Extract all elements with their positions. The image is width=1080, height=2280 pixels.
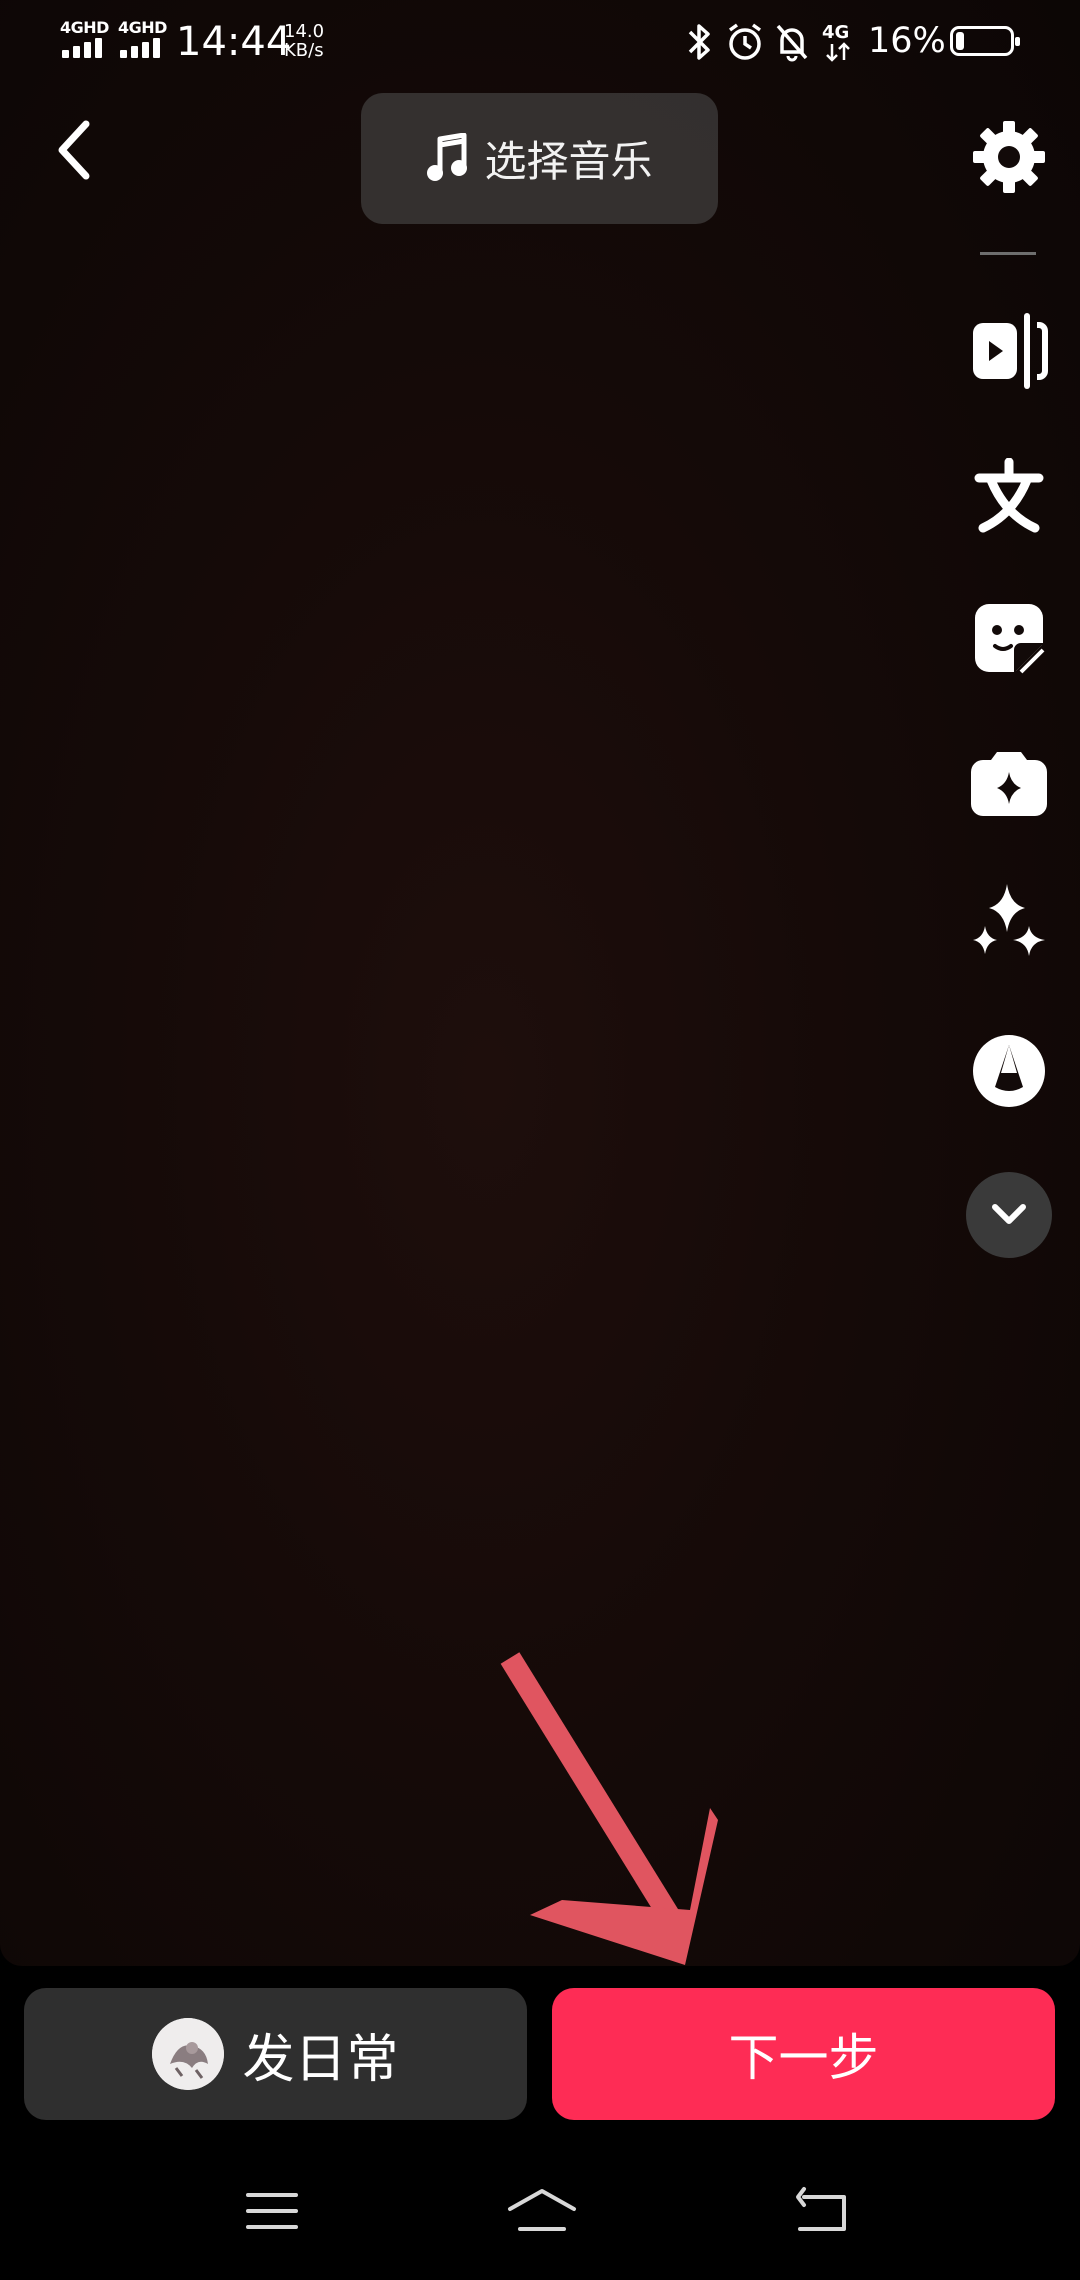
filter-button[interactable] (965, 1027, 1053, 1115)
post-daily-button[interactable]: 发日常 (24, 1988, 527, 2120)
toolbar-divider (980, 252, 1036, 255)
text-button[interactable] (965, 452, 1053, 540)
status-bar: 4GHD 4GHD 14:44 14.0 KB/s 4G 16% (0, 0, 1080, 90)
effects-icon (971, 752, 1047, 816)
network-type-label: 4G (822, 22, 849, 43)
sparkle-icon (973, 884, 1045, 956)
sim1-label: 4GHD (60, 18, 109, 37)
battery-fill (956, 32, 964, 50)
select-music-label: 选择音乐 (484, 137, 653, 186)
menu-icon (246, 2193, 298, 2229)
chevron-down-icon (992, 1204, 1026, 1224)
expand-tools-button[interactable] (966, 1172, 1052, 1258)
sticker-button[interactable] (965, 594, 1053, 682)
sim2-label: 4GHD (118, 18, 167, 37)
alarm-icon (728, 23, 762, 60)
gear-icon (973, 121, 1045, 193)
back-button[interactable] (52, 118, 104, 182)
select-music-button[interactable]: 选择音乐 (361, 93, 718, 224)
annotation-arrow-icon (500, 1652, 718, 1965)
net-speed: 14.0 KB/s (284, 22, 324, 60)
home-icon (508, 2189, 576, 2231)
mute-bell-icon (776, 24, 808, 62)
music-note-icon (427, 132, 468, 181)
net-speed-value: 14.0 (284, 21, 325, 42)
clock: 14:44 (176, 19, 292, 65)
4g-data-icon: 4G (822, 22, 850, 62)
split-clip-button[interactable] (965, 307, 1053, 395)
battery-icon (950, 26, 1020, 56)
split-clip-icon (973, 313, 1048, 389)
effects-button[interactable] (965, 740, 1053, 828)
home-button[interactable] (506, 2185, 576, 2237)
sticker-icon (975, 604, 1045, 674)
battery-percent: 16% (868, 21, 946, 61)
text-icon (974, 458, 1044, 533)
avatar (152, 2018, 225, 2090)
settings-button[interactable] (965, 113, 1053, 201)
next-step-button[interactable]: 下一步 (552, 1988, 1055, 2120)
chevron-left-icon (58, 120, 90, 180)
post-daily-label: 发日常 (242, 2029, 399, 2090)
filter-icon (973, 1035, 1045, 1107)
net-speed-unit: KB/s (284, 40, 324, 61)
next-step-label: 下一步 (728, 2029, 879, 2087)
back-icon (796, 2187, 846, 2231)
sparkle-button[interactable] (965, 880, 1053, 968)
bluetooth-icon (688, 24, 710, 60)
back-nav-button[interactable] (790, 2185, 854, 2237)
recent-apps-button[interactable] (240, 2185, 304, 2237)
